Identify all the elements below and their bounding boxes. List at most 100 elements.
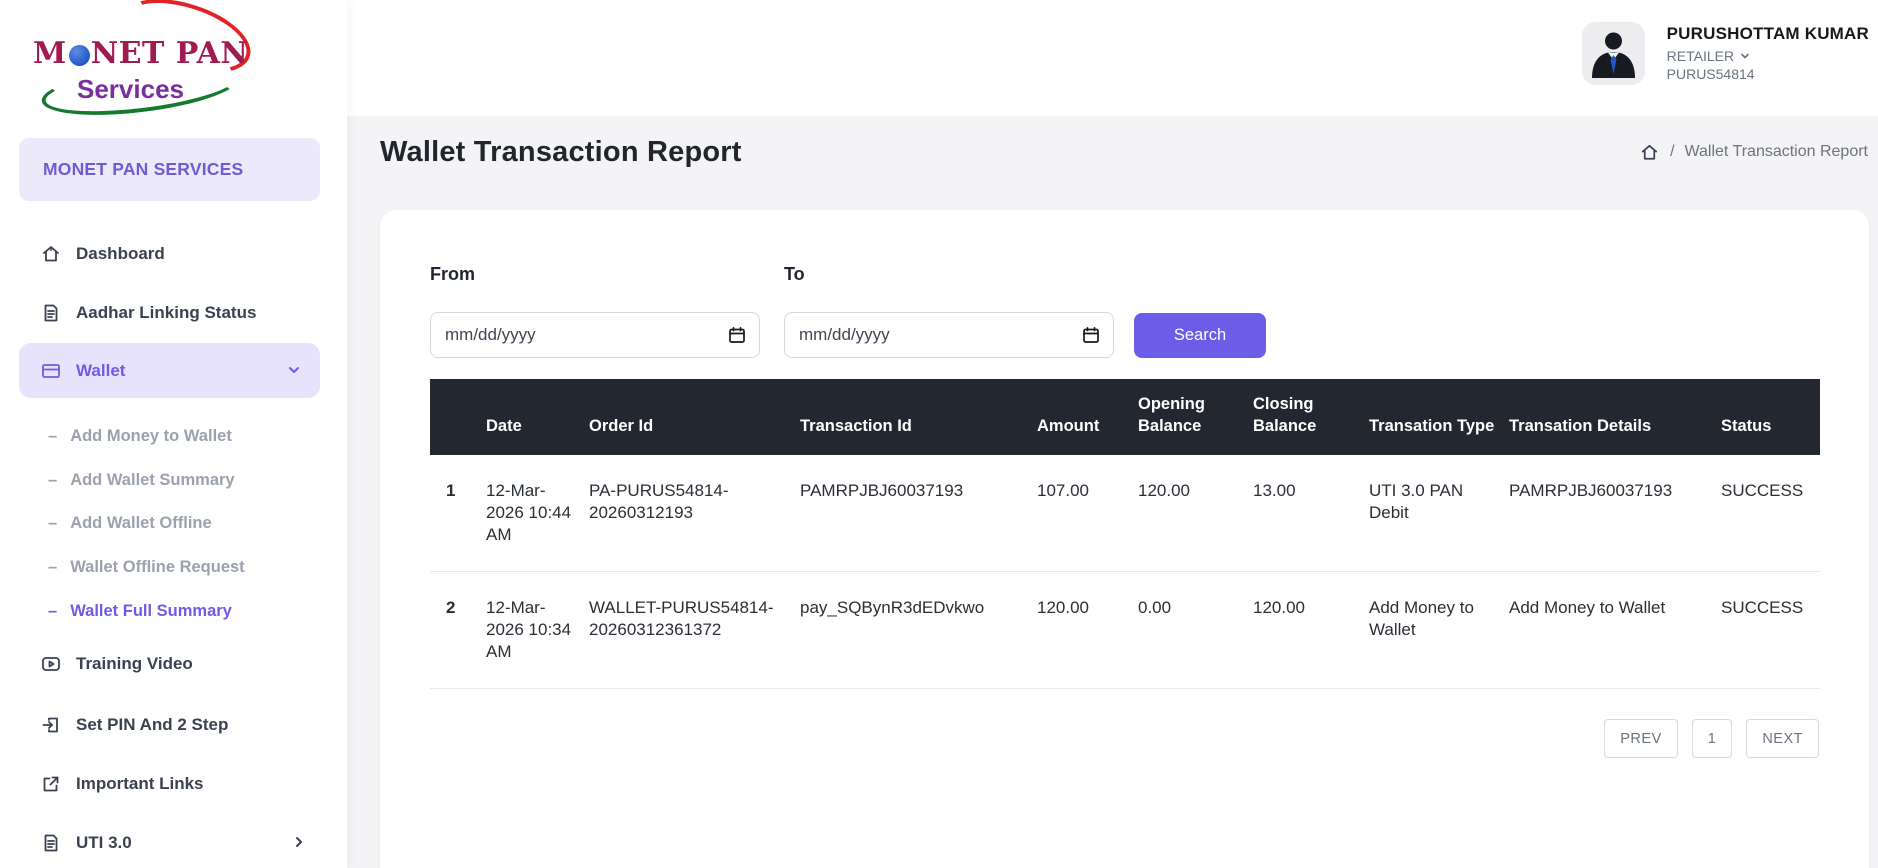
sidebar-item-set-pin-and-2-step[interactable]: Set PIN And 2 Step [40, 703, 228, 747]
chevron-down-icon [284, 360, 304, 380]
from-label: From [430, 264, 760, 285]
document-icon [40, 302, 62, 324]
logo-line2: Services [77, 74, 184, 105]
home-icon[interactable] [1639, 142, 1660, 163]
cell-date: 12-Mar-2026 10:44 AM [486, 455, 589, 572]
sidebar-item-label: Dashboard [76, 244, 165, 264]
page-title: Wallet Transaction Report [380, 136, 742, 169]
wallet-card-icon [40, 360, 62, 382]
sidebar-item-training-video[interactable]: Training Video [40, 642, 193, 686]
column-header: Opening Balance [1138, 379, 1253, 455]
cell-sn: 2 [430, 571, 486, 688]
column-header: Order Id [589, 379, 800, 455]
sidebar-item-wallet[interactable]: Wallet [19, 343, 320, 398]
user-role[interactable]: RETAILER [1667, 48, 1869, 64]
pagination: PREV 1 NEXT [430, 719, 1819, 758]
column-header: Transaction Id [800, 379, 1037, 455]
cell-opening-balance: 120.00 [1138, 455, 1253, 572]
user-id: PURUS54814 [1667, 66, 1869, 82]
cell-transaction-id: pay_SQBynR3dEDvkwo [800, 571, 1037, 688]
cell-closing-balance: 13.00 [1253, 455, 1369, 572]
from-date-input[interactable] [430, 312, 760, 358]
sidebar-subitem-label: Wallet Offline Request [70, 558, 245, 577]
dash-bullet: – [48, 558, 57, 577]
user-menu[interactable]: PURUSHOTTAM KUMAR RETAILER PURUS54814 [1582, 22, 1869, 85]
dash-bullet: – [48, 427, 57, 446]
column-header: Status [1721, 379, 1820, 455]
sidebar-subitem-label: Add Wallet Offline [70, 514, 211, 533]
cell-transation-type: UTI 3.0 PAN Debit [1369, 455, 1509, 572]
sidebar-item-label: Aadhar Linking Status [76, 303, 256, 323]
search-button[interactable]: Search [1134, 313, 1266, 358]
cell-amount: 107.00 [1037, 455, 1138, 572]
column-header: Closing Balance [1253, 379, 1369, 455]
sidebar-subitem-label: Wallet Full Summary [70, 602, 232, 621]
breadcrumb-current: Wallet Transaction Report [1685, 143, 1868, 161]
breadcrumb-separator: / [1670, 143, 1674, 161]
cell-order-id: WALLET-PURUS54814-20260312361372 [589, 571, 800, 688]
sidebar-subitem-add-wallet-summary[interactable]: – Add Wallet Summary [48, 466, 235, 494]
report-card: From To Search DateOrder IdTransaction I… [380, 210, 1869, 868]
sidebar-section-label: MONET PAN SERVICES [19, 138, 320, 201]
chevron-down-icon [1738, 49, 1752, 63]
external-link-icon [40, 773, 62, 795]
user-role-label: RETAILER [1667, 48, 1734, 64]
sidebar-subitem-wallet-offline-request[interactable]: – Wallet Offline Request [48, 553, 245, 581]
topbar: PURUSHOTTAM KUMAR RETAILER PURUS54814 [347, 0, 1878, 116]
sidebar-item-dashboard[interactable]: Dashboard [40, 232, 165, 276]
home-icon [40, 243, 62, 265]
dash-bullet: – [48, 602, 57, 621]
sidebar-item-aadhar-linking-status[interactable]: Aadhar Linking Status [40, 291, 256, 335]
dash-bullet: – [48, 514, 57, 533]
to-label: To [784, 264, 1114, 285]
transactions-table: DateOrder IdTransaction IdAmountOpening … [430, 379, 1820, 689]
column-header: Transation Type [1369, 379, 1509, 455]
cell-opening-balance: 0.00 [1138, 571, 1253, 688]
cell-status: SUCCESS [1721, 571, 1820, 688]
cell-sn: 1 [430, 455, 486, 572]
sidebar-item-label: Important Links [76, 774, 204, 794]
column-header: Amount [1037, 379, 1138, 455]
sidebar-subitem-label: Add Wallet Summary [70, 471, 234, 490]
next-page-button[interactable]: NEXT [1746, 719, 1819, 758]
cell-transaction-id: PAMRPJBJ60037193 [800, 455, 1037, 572]
person-silhouette-icon [1582, 22, 1645, 85]
page-number-button[interactable]: 1 [1692, 719, 1733, 758]
login-arrow-icon [40, 714, 62, 736]
user-meta: PURUSHOTTAM KUMAR RETAILER PURUS54814 [1667, 22, 1869, 85]
table-header-row: DateOrder IdTransaction IdAmountOpening … [430, 379, 1820, 455]
cell-status: SUCCESS [1721, 455, 1820, 572]
document-icon [40, 832, 62, 854]
from-date-field: From [430, 264, 760, 358]
breadcrumb: / Wallet Transaction Report [1639, 142, 1869, 163]
avatar [1582, 22, 1645, 85]
chevron-right-icon [289, 832, 309, 852]
table-row: 212-Mar-2026 10:34 AMWALLET-PURUS54814-2… [430, 571, 1820, 688]
cell-closing-balance: 120.00 [1253, 571, 1369, 688]
cell-date: 12-Mar-2026 10:34 AM [486, 571, 589, 688]
cell-transation-details: PAMRPJBJ60037193 [1509, 455, 1721, 572]
to-date-input[interactable] [784, 312, 1114, 358]
cell-amount: 120.00 [1037, 571, 1138, 688]
column-header [430, 379, 486, 455]
sidebar-item-uti-3-0[interactable]: UTI 3.0 [40, 821, 132, 865]
sidebar-subitem-wallet-full-summary[interactable]: – Wallet Full Summary [48, 597, 232, 625]
sidebar-subitem-add-wallet-offline[interactable]: – Add Wallet Offline [48, 509, 212, 537]
sidebar-item-label: Training Video [76, 654, 193, 674]
dash-bullet: – [48, 471, 57, 490]
sidebar-item-important-links[interactable]: Important Links [40, 762, 204, 806]
column-header: Transation Details [1509, 379, 1721, 455]
play-video-icon [40, 653, 62, 675]
brand-logo: MNET PAN Services [33, 14, 293, 114]
sidebar-item-label: Wallet [76, 361, 125, 381]
sidebar-subitem-add-money-to-wallet[interactable]: – Add Money to Wallet [48, 422, 232, 450]
to-date-field: To [784, 264, 1114, 358]
sidebar: MNET PAN Services MONET PAN SERVICES Das… [0, 0, 347, 868]
sidebar-subitem-label: Add Money to Wallet [70, 427, 232, 446]
cell-transation-type: Add Money to Wallet [1369, 571, 1509, 688]
table-row: 112-Mar-2026 10:44 AMPA-PURUS54814-20260… [430, 455, 1820, 572]
cell-order-id: PA-PURUS54814-20260312193 [589, 455, 800, 572]
sidebar-item-label: UTI 3.0 [76, 833, 132, 853]
prev-page-button[interactable]: PREV [1604, 719, 1678, 758]
content-area: Wallet Transaction Report / Wallet Trans… [347, 116, 1878, 868]
